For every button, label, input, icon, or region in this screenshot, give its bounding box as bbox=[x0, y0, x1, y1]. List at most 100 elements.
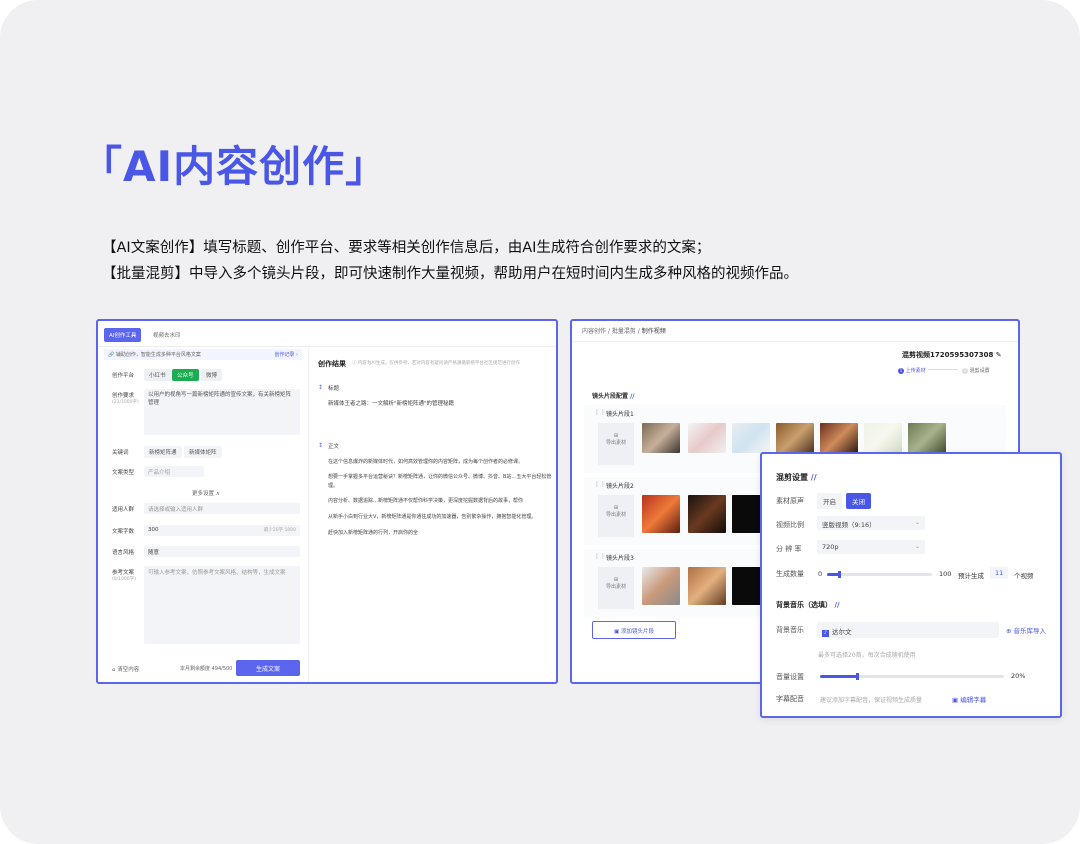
reference-textarea[interactable]: 可输入参考文案，仿照参考文案风格、结构等，生成文案 bbox=[144, 566, 300, 644]
platform-wechat[interactable]: 公众号 bbox=[172, 369, 199, 381]
result-body-section: 正文 bbox=[328, 444, 340, 450]
subtitle-edit-icon: ▣ bbox=[952, 696, 959, 704]
resolution-select[interactable]: 720p ⌄ bbox=[817, 540, 925, 554]
segment-title: 镜头片段2 bbox=[606, 483, 634, 490]
persona-input[interactable]: 请选择或输入适用人群 bbox=[144, 503, 300, 514]
result-body-line: 内容分析、数据追踪…新榜矩阵通不仅帮你科学决策，更深度挖掘数据背后的故事，帮你 bbox=[328, 498, 524, 504]
video-thumbnail[interactable] bbox=[642, 423, 680, 453]
step-connector bbox=[928, 369, 958, 370]
requirement-label: 创作要求 (23/1000字) bbox=[112, 393, 139, 405]
edit-icon[interactable]: ✎ bbox=[996, 351, 1002, 359]
headline: 「AI内容创作」 bbox=[80, 142, 389, 191]
more-settings-toggle[interactable]: 更多设置 ∧ bbox=[192, 489, 220, 497]
result-body-line: 在这个信息爆炸的新媒体时代，如何高效管理你的内容矩阵，成为每个创作者的必修课。 bbox=[328, 459, 524, 465]
count-prefix: 预计生成 bbox=[958, 572, 984, 580]
style-select[interactable]: 随意 bbox=[144, 546, 300, 557]
count-slider[interactable] bbox=[827, 571, 932, 578]
resolution-label: 分 辨 率 bbox=[776, 545, 802, 553]
video-thumbnail[interactable] bbox=[688, 423, 726, 453]
step-upload: 1 上传素材 bbox=[898, 368, 926, 374]
music-library-icon: ⊕ bbox=[1006, 627, 1012, 635]
edit-subtitle-button[interactable]: ▣ 编辑字幕 bbox=[952, 694, 986, 704]
count-suffix: 个视频 bbox=[1014, 572, 1034, 580]
video-thumbnail[interactable] bbox=[642, 495, 680, 533]
count-slider-handle[interactable] bbox=[837, 571, 841, 578]
hint-text: 🔗 辅助创作，智能生成多种平台风格文案 bbox=[108, 352, 201, 358]
result-body-line: 从新手小白到行业大V，新榜矩阵通是你通往成功的加速器，告别繁杂操作，拥抱智能化管… bbox=[328, 514, 537, 520]
result-title: 创作结果 bbox=[318, 360, 346, 368]
video-thumbnail[interactable] bbox=[732, 423, 770, 453]
video-thumbnail[interactable] bbox=[820, 423, 858, 453]
import-material-button[interactable]: ⊞ 导出素材 bbox=[598, 495, 634, 537]
add-segment-button[interactable]: ▣ 添加镜头片段 bbox=[592, 621, 676, 639]
keyword-tag[interactable]: 新媒体矩阵 bbox=[184, 446, 222, 458]
config-title: 镜头片段配置 // bbox=[592, 393, 635, 400]
count-label: 生成数量 bbox=[776, 570, 804, 578]
drag-handle-icon[interactable]: ⋮⋮ bbox=[594, 481, 606, 488]
volume-value: 20% bbox=[1011, 672, 1026, 680]
import-material-button[interactable]: ⊞ 导出素材 bbox=[598, 567, 634, 609]
count-value[interactable]: 11 bbox=[990, 567, 1009, 579]
description-line-1: 【AI文案创作】填写标题、创作平台、要求等相关创作信息后，由AI生成符合创作要求… bbox=[102, 240, 711, 256]
tab-bar: AI创作工具 视频去水印 bbox=[98, 321, 556, 347]
platform-label: 创作平台 bbox=[112, 373, 135, 379]
original-sound-label: 素材原声 bbox=[776, 497, 804, 505]
platform-weibo[interactable]: 微博 bbox=[201, 369, 223, 381]
sound-off-toggle[interactable]: 关闭 bbox=[846, 493, 871, 509]
platform-xiaohongshu[interactable]: 小红书 bbox=[144, 369, 171, 381]
music-import-link[interactable]: ⊕ 音乐库导入 bbox=[1006, 625, 1046, 635]
video-thumbnail[interactable] bbox=[908, 423, 946, 453]
music-hint: 最多可选择20首，每次合成随机使用 bbox=[818, 652, 916, 659]
requirement-textarea[interactable]: 以用户的视角写一篇新榜矩阵通的宣传文案，有关新榜矩阵管理 bbox=[144, 389, 300, 435]
doctype-label: 文案类型 bbox=[112, 470, 135, 476]
drag-handle-icon[interactable]: ⋮⋮ bbox=[594, 409, 606, 416]
video-thumbnail[interactable] bbox=[776, 423, 814, 453]
chevron-down-icon: ⌄ bbox=[914, 543, 920, 550]
video-thumbnail[interactable] bbox=[864, 423, 902, 453]
volume-slider-handle[interactable] bbox=[855, 673, 859, 680]
step-settings: 2 混剪设置 bbox=[962, 368, 990, 374]
count-max: 100 bbox=[939, 570, 952, 578]
mix-settings-panel: 混剪设置 // 素材原声 开启 关闭 视频比例 竖版视频（9:16） ⌄ 分 辨 … bbox=[760, 452, 1062, 718]
persona-label: 适用人群 bbox=[112, 507, 135, 513]
tab-remove-watermark[interactable]: 视频去水印 bbox=[153, 331, 181, 339]
keyword-tag[interactable]: 新榜矩阵通 bbox=[144, 446, 182, 458]
import-material-button[interactable]: ⊞ 导出素材 bbox=[598, 423, 634, 465]
doctype-select[interactable]: 产品介绍 bbox=[144, 466, 204, 477]
project-name: 混剪视频1720595307308 ✎ bbox=[902, 351, 1002, 359]
subtitle-label: 字幕配音 bbox=[776, 695, 804, 703]
description-line-2: 【批量混剪】中导入多个镜头片段，即可快速制作大量视频，帮助用户在短时间内生成多种… bbox=[102, 266, 798, 282]
volume-slider-fill bbox=[820, 675, 857, 678]
result-title-section: 标题 bbox=[328, 386, 340, 392]
wordcount-input[interactable]: 300 最少20字 5000 bbox=[144, 525, 300, 536]
history-link[interactable]: 创作记录 › bbox=[274, 351, 298, 358]
result-body-line: 赶快加入新榜矩阵通的行列，开启你的全 bbox=[328, 530, 419, 536]
music-note-icon: ♪ bbox=[822, 630, 829, 637]
segment-title: 镜头片段3 bbox=[606, 555, 634, 562]
result-body-line: 想要一手掌握多平台运营秘诀？新榜矩阵通，让你的微信公众号、微博、抖音、B站…五大… bbox=[328, 474, 552, 480]
wordcount-label: 文案字数 bbox=[112, 529, 135, 535]
subtitle-hint: 建议添加字幕配音，保证视频生成质量 bbox=[820, 697, 923, 704]
ratio-select[interactable]: 竖版视频（9:16） ⌄ bbox=[817, 516, 925, 530]
music-track[interactable]: ♪ 达尔文 bbox=[817, 622, 999, 638]
clear-button[interactable]: ⌂ 清空内容 bbox=[112, 665, 139, 673]
video-thumbnail[interactable] bbox=[688, 495, 726, 533]
divider bbox=[572, 341, 1018, 342]
volume-slider[interactable] bbox=[820, 673, 1004, 680]
hint-bar: 🔗 辅助创作，智能生成多种平台风格文案 创作记录 › bbox=[104, 349, 302, 360]
reference-label: 参考文案 (0/1000字) bbox=[112, 570, 136, 582]
generate-button[interactable]: 生成文案 bbox=[236, 660, 300, 676]
tab-ai-tools[interactable]: AI创作工具 bbox=[104, 328, 142, 342]
video-thumbnail[interactable] bbox=[688, 567, 726, 605]
drag-handle-icon[interactable]: ⋮⋮ bbox=[594, 553, 606, 560]
music-label: 背景音乐 bbox=[776, 626, 804, 634]
result-body-line: 理。 bbox=[328, 483, 339, 489]
volume-label: 音量设置 bbox=[776, 673, 804, 681]
mix-settings-title: 混剪设置 // bbox=[776, 473, 817, 482]
sound-on-toggle[interactable]: 开启 bbox=[817, 493, 842, 509]
count-min: 0 bbox=[818, 570, 823, 578]
video-thumbnail[interactable] bbox=[642, 567, 680, 605]
breadcrumb: 内容创作 / 批量混剪 / 制作视频 bbox=[582, 328, 666, 335]
title-section-icon: ↕ bbox=[318, 384, 324, 391]
music-title: 背景音乐（选填） // bbox=[776, 601, 840, 609]
